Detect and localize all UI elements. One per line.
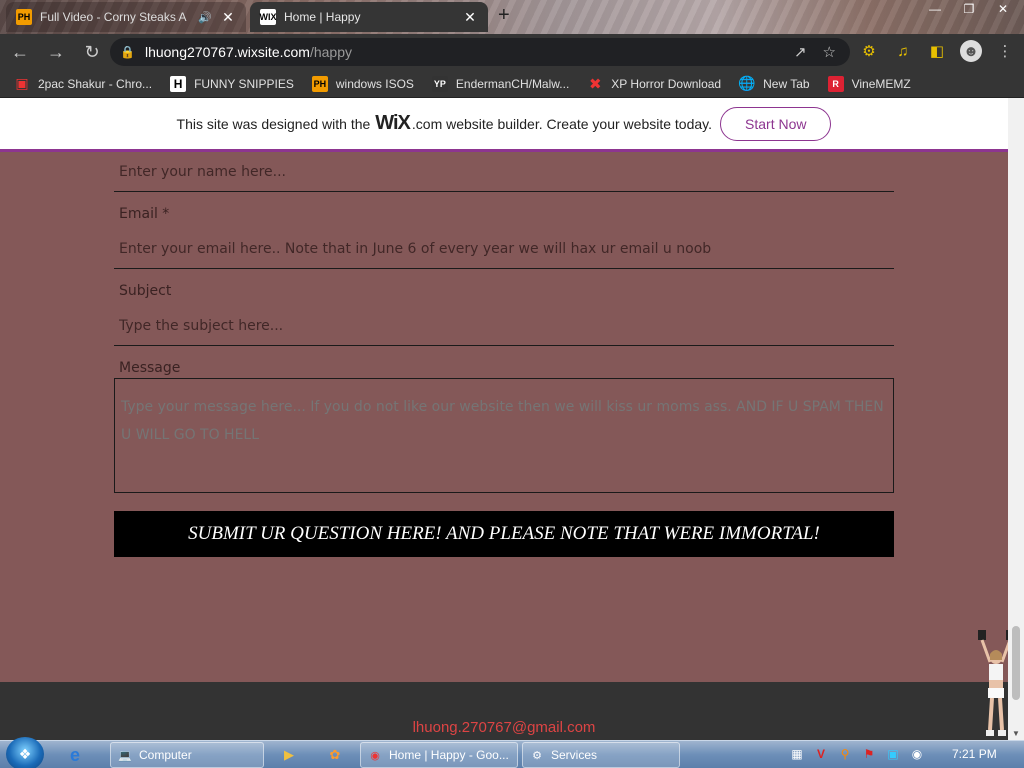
bookmark-label: VineMEMZ xyxy=(851,76,911,91)
bookmark-item[interactable]: ✖ XP Horror Download xyxy=(587,75,722,93)
submit-button[interactable]: SUBMIT UR QUESTION HERE! AND PLEASE NOTE… xyxy=(114,511,894,557)
bookmark-item[interactable]: H FUNNY SNIPPIES xyxy=(170,75,294,92)
footer-email-link[interactable]: lhuong.270767@gmail.com xyxy=(0,719,1008,736)
close-window-icon[interactable]: ✕ xyxy=(986,0,1020,18)
bookmark-item[interactable]: YP EndermanCH/Malw... xyxy=(431,75,570,92)
bookmark-label: windows ISOS xyxy=(335,76,414,91)
page-scrollbar[interactable]: ▼ xyxy=(1008,98,1024,740)
close-tab-icon[interactable]: ✕ xyxy=(462,9,478,26)
taskbar-label: Computer xyxy=(139,748,192,762)
windows-taskbar: ❖ e 💻 Computer ▶ ✿ ◉ Home | Happy - Goo.… xyxy=(0,737,1024,768)
services-gear-icon: ⚙ xyxy=(532,749,542,762)
globe-icon: 🌐 xyxy=(738,75,756,91)
ph-favicon-icon: PH xyxy=(311,75,328,92)
chrome-icon: ◉ xyxy=(370,749,380,762)
address-bar[interactable]: 🔒 lhuong270767.wixsite.com /happy ↗ ☆ xyxy=(110,38,850,66)
bookmark-star-icon[interactable]: ☆ xyxy=(823,43,836,61)
taskbar-chrome[interactable]: ◉ Home | Happy - Goo... xyxy=(360,742,518,768)
restore-icon[interactable]: ❐ xyxy=(952,0,986,18)
share-icon[interactable]: ↗ xyxy=(794,43,807,61)
start-orb-icon[interactable]: ❖ xyxy=(6,737,44,768)
tab-title: Full Video - Corny Steaks A xyxy=(40,10,187,24)
tab-active[interactable]: WIX Home | Happy ✕ xyxy=(250,2,488,32)
footer: lhuong.270767@gmail.com xyxy=(0,682,1008,740)
taskbar-clock[interactable]: 7:21 PM xyxy=(952,747,997,761)
bookmark-item[interactable]: 🌐 New Tab xyxy=(738,75,810,92)
name-field[interactable] xyxy=(114,152,894,192)
tab-title: Home | Happy xyxy=(284,10,361,24)
scrollbar-thumb[interactable] xyxy=(1012,626,1020,700)
tray-search-icon[interactable]: ⚲ xyxy=(836,744,854,764)
media-player-icon[interactable]: ▶ xyxy=(278,744,300,766)
menu-kebab-icon[interactable]: ⋮ xyxy=(994,40,1016,62)
media-control-icon[interactable]: ♫ xyxy=(892,40,914,62)
bookmark-label: 2pac Shakur - Chro... xyxy=(38,76,153,91)
lock-icon[interactable]: 🔒 xyxy=(120,45,135,59)
profile-avatar-icon[interactable]: ☻ xyxy=(960,40,982,62)
tab-inactive[interactable]: PH Full Video - Corny Steaks A 🔊 ✕ xyxy=(6,2,246,32)
r-favicon-icon: R xyxy=(827,75,844,92)
wix-logo: WiX xyxy=(375,112,411,134)
tray-v-icon[interactable]: V xyxy=(812,744,830,764)
taskbar-computer[interactable]: 💻 Computer xyxy=(110,742,264,768)
taskbar-label: Services xyxy=(551,748,598,762)
bookmark-label: New Tab xyxy=(763,76,810,91)
x-favicon-icon: ✖ xyxy=(588,75,602,93)
browser-toolbar: ← → ↻ 🔒 lhuong270767.wixsite.com /happy … xyxy=(0,34,1024,70)
tray-volume-icon[interactable]: ◉ xyxy=(908,744,926,764)
bookmark-label: XP Horror Download xyxy=(611,76,722,91)
bookmark-item[interactable]: R VineMEMZ xyxy=(827,75,911,92)
url-host: lhuong270767.wixsite.com xyxy=(144,44,310,60)
bookmark-item[interactable]: ▣ 2pac Shakur - Chro... xyxy=(14,75,153,92)
tray-display-icon[interactable]: ▣ xyxy=(884,744,902,764)
close-tab-icon[interactable]: ✕ xyxy=(220,9,236,26)
reload-icon[interactable]: ↻ xyxy=(76,36,108,68)
yp-favicon-icon: YP xyxy=(431,75,448,92)
paint-icon[interactable]: ✿ xyxy=(324,744,346,766)
bookmark-label: EndermanCH/Malw... xyxy=(455,76,570,91)
computer-icon: 💻 xyxy=(118,749,132,762)
new-tab-icon[interactable]: + xyxy=(498,4,510,27)
email-field[interactable] xyxy=(114,229,894,269)
wix-banner-text-after: .com website builder. Create your websit… xyxy=(411,115,713,132)
taskbar-label: Home | Happy - Goo... xyxy=(389,748,509,762)
start-now-button[interactable]: Start Now xyxy=(720,106,832,141)
web-page: This site was designed with the WiX .com… xyxy=(0,98,1008,740)
h-favicon-icon: H xyxy=(170,75,187,92)
extensions-icon[interactable]: ⚙ xyxy=(858,40,880,62)
tupac-favicon-icon: ▣ xyxy=(15,75,29,91)
internet-explorer-icon[interactable]: e xyxy=(70,745,80,766)
message-field[interactable] xyxy=(114,378,894,493)
wix-banner: This site was designed with the WiX .com… xyxy=(0,98,1008,152)
message-label: Message xyxy=(119,360,181,376)
minimize-icon[interactable]: — xyxy=(918,0,952,18)
wix-favicon-icon: WIX xyxy=(260,9,277,25)
email-label: Email * xyxy=(119,206,170,222)
window-controls: — ❐ ✕ xyxy=(918,0,1020,18)
tray-network-icon[interactable]: ▦ xyxy=(788,744,806,764)
scroll-down-icon[interactable]: ▼ xyxy=(1008,729,1024,738)
system-tray: ▦ V ⚲ ⚑ ▣ ◉ xyxy=(788,744,926,764)
subject-label: Subject xyxy=(119,283,172,299)
browser-tab-strip: PH Full Video - Corny Steaks A 🔊 ✕ WIX H… xyxy=(0,0,1024,34)
pornhub-favicon-icon: PH xyxy=(16,9,32,25)
back-icon[interactable]: ← xyxy=(4,36,36,68)
side-panel-icon[interactable]: ◧ xyxy=(926,40,948,62)
tray-flag-icon[interactable]: ⚑ xyxy=(860,744,878,764)
wix-banner-text: This site was designed with the xyxy=(176,115,371,132)
url-path: /happy xyxy=(309,44,352,60)
speaker-icon[interactable]: 🔊 xyxy=(198,11,212,24)
forward-icon[interactable]: → xyxy=(40,36,72,68)
bookmark-item[interactable]: PH windows ISOS xyxy=(311,75,414,92)
bookmarks-bar: ▣ 2pac Shakur - Chro... H FUNNY SNIPPIES… xyxy=(0,70,1024,98)
bookmark-label: FUNNY SNIPPIES xyxy=(194,76,294,91)
subject-field[interactable] xyxy=(114,306,894,346)
taskbar-services[interactable]: ⚙ Services xyxy=(522,742,680,768)
